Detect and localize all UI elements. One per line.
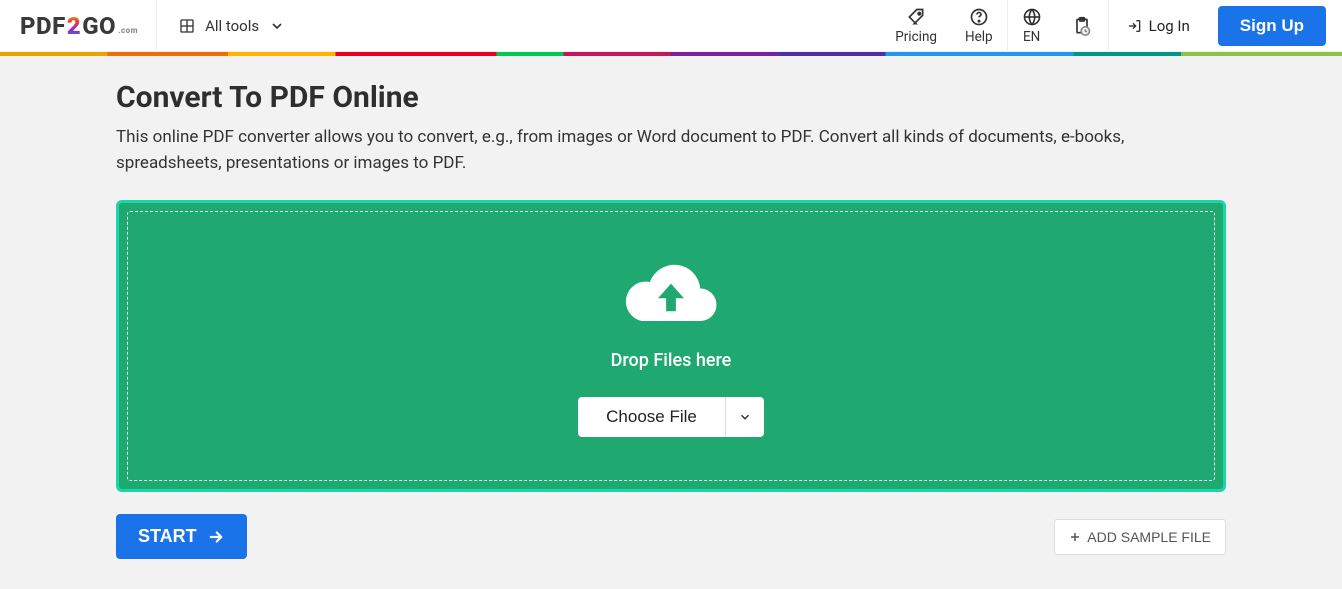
add-sample-file-button[interactable]: ADD SAMPLE FILE: [1054, 519, 1226, 555]
choose-file-group: Choose File: [578, 397, 764, 437]
page-title: Convert To PDF Online: [116, 80, 1226, 115]
start-label: START: [138, 526, 197, 547]
add-sample-label: ADD SAMPLE FILE: [1087, 529, 1211, 545]
pricing-label: Pricing: [895, 29, 937, 45]
bottom-row: START ADD SAMPLE FILE: [116, 514, 1226, 559]
logo-text-2: 2: [66, 12, 82, 40]
cloud-upload-icon: [619, 256, 723, 334]
main-container: Convert To PDF Online This online PDF co…: [116, 56, 1226, 589]
language-selector[interactable]: EN: [1008, 0, 1056, 51]
login-button[interactable]: Log In: [1109, 0, 1208, 51]
drop-panel: Drop Files here Choose File: [116, 200, 1226, 492]
clipboard-clock-icon: [1072, 16, 1092, 36]
logo-text-pdf: PDF: [20, 12, 66, 40]
chevron-down-icon: [269, 18, 285, 34]
choose-file-button[interactable]: Choose File: [578, 397, 725, 437]
start-button[interactable]: START: [116, 514, 247, 559]
grid-icon: [179, 18, 195, 34]
pricing-link[interactable]: Pricing: [881, 0, 951, 51]
page-subtitle: This online PDF converter allows you to …: [116, 125, 1206, 176]
language-label: EN: [1023, 29, 1040, 45]
drop-label: Drop Files here: [611, 350, 732, 371]
signup-label: Sign Up: [1240, 16, 1304, 35]
globe-icon: [1022, 7, 1042, 27]
chevron-down-icon: [738, 410, 752, 424]
all-tools-label: All tools: [205, 17, 259, 35]
signup-button[interactable]: Sign Up: [1218, 6, 1326, 46]
help-link[interactable]: Help: [951, 0, 1007, 51]
logo[interactable]: PDF2GO .com: [0, 0, 157, 51]
arrow-right-icon: [207, 528, 225, 546]
tag-icon: [906, 7, 926, 27]
login-label: Log In: [1149, 17, 1190, 35]
top-header: PDF2GO .com All tools Pricing Help EN Lo…: [0, 0, 1342, 52]
logo-text-com: .com: [118, 26, 138, 35]
history-link[interactable]: [1056, 0, 1108, 51]
choose-file-dropdown[interactable]: [725, 397, 764, 437]
logo-text-go: GO: [82, 12, 116, 40]
plus-icon: [1069, 531, 1081, 543]
help-label: Help: [965, 29, 993, 45]
login-icon: [1127, 18, 1143, 34]
help-icon: [969, 7, 989, 27]
drop-zone[interactable]: Drop Files here Choose File: [127, 211, 1215, 481]
choose-file-label: Choose File: [606, 407, 697, 426]
all-tools-menu[interactable]: All tools: [157, 0, 307, 51]
